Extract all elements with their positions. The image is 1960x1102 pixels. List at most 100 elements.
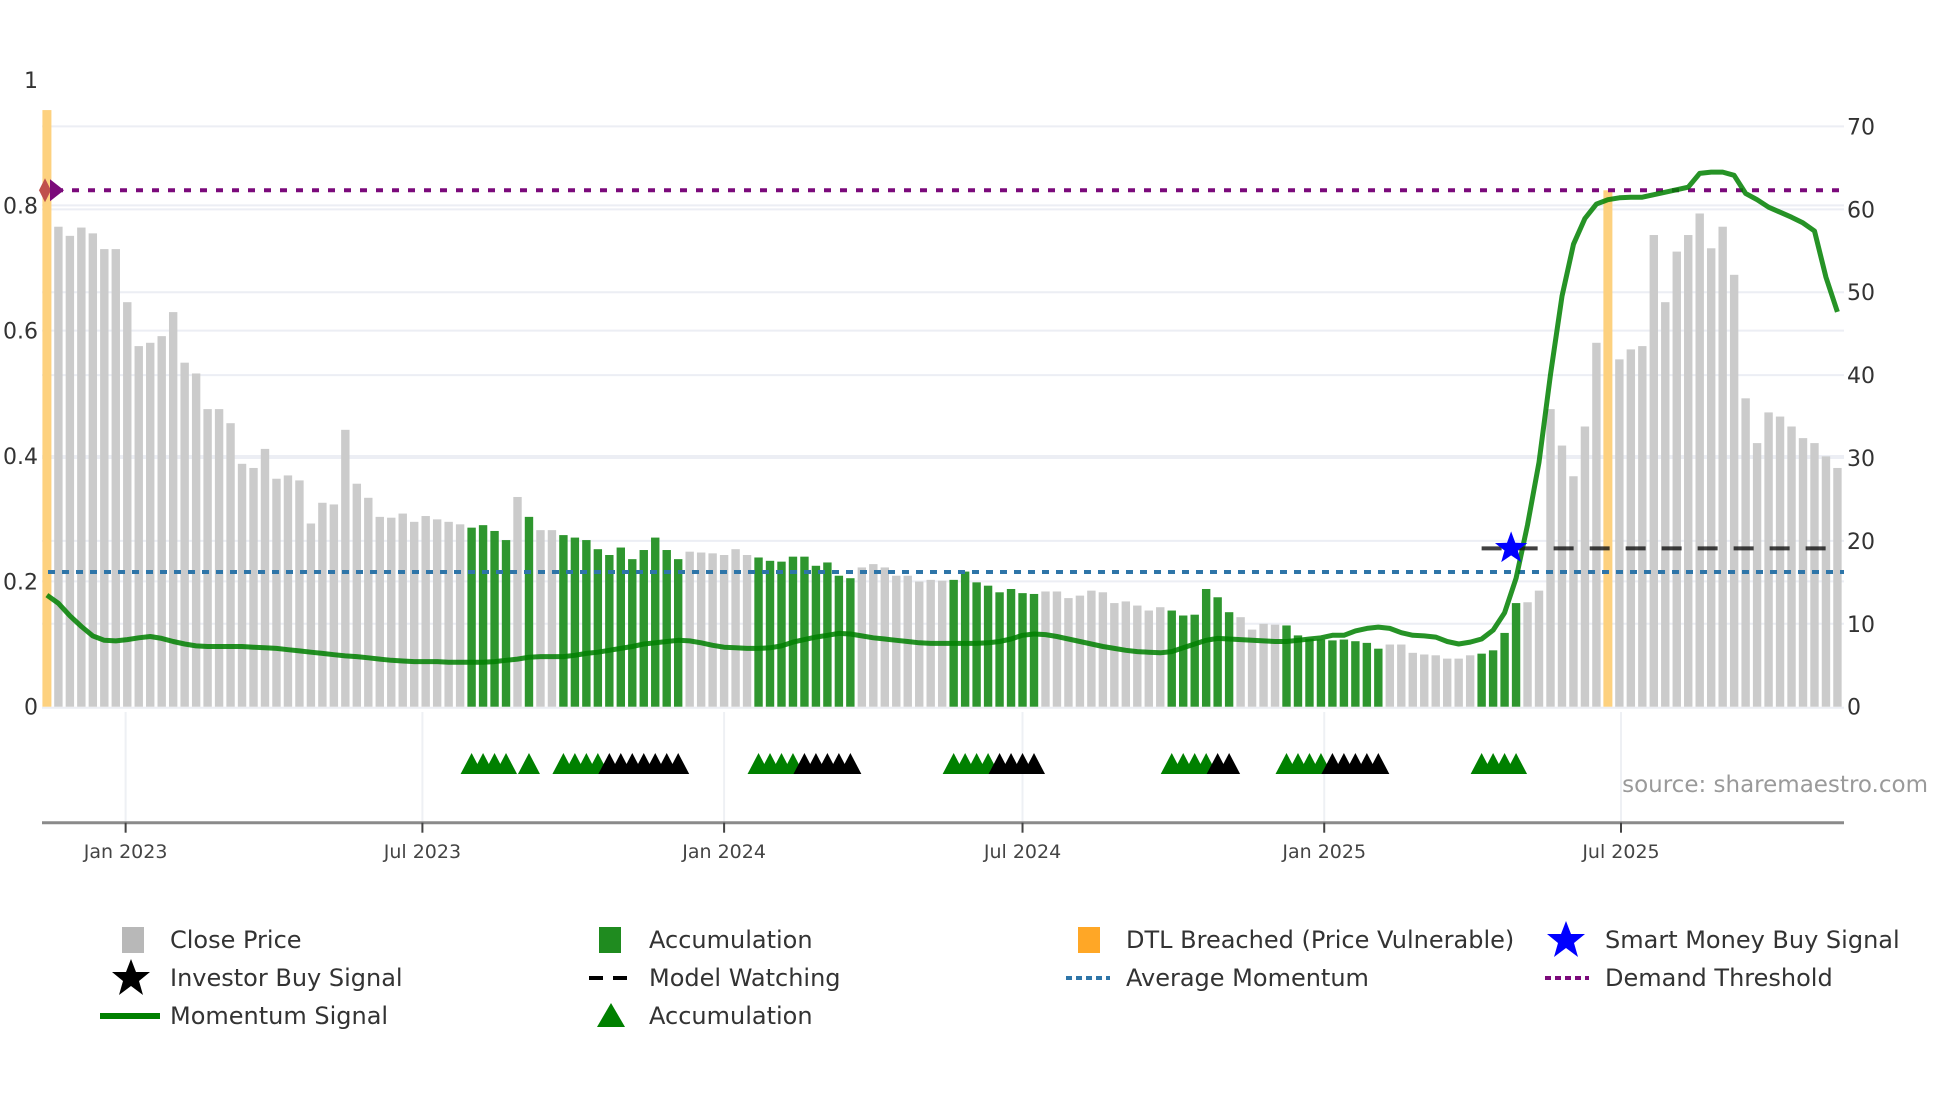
close-price-bar (1385, 644, 1395, 707)
close-price-bar (272, 478, 281, 707)
legend-label: DTL Breached (Price Vulnerable) (1126, 926, 1515, 954)
legend-label: Average Momentum (1126, 964, 1369, 992)
accumulation-bar (467, 527, 476, 707)
close-price-bar (719, 554, 729, 707)
close-price-bar (1408, 652, 1417, 707)
close-price-bar (1534, 590, 1544, 707)
close-price-bar (1684, 235, 1693, 707)
close-price-bar (1454, 658, 1463, 707)
accumulation-bar (983, 585, 993, 707)
bars (42, 110, 1842, 707)
close-price-bar (54, 226, 63, 707)
close-price-bar (1075, 595, 1085, 707)
legend-label: Demand Threshold (1605, 964, 1833, 992)
close-price-bar (352, 483, 362, 707)
close-price-bar (1397, 644, 1406, 707)
dash-line-icon (589, 976, 633, 980)
close-price-bar (1638, 346, 1647, 707)
gridlines (42, 125, 1844, 823)
legend-label: Close Price (170, 926, 302, 954)
close-price-bar (1156, 607, 1165, 707)
y-right-tick-label: 60 (1847, 198, 1875, 223)
close-price-bar (226, 423, 235, 707)
close-price-bar (1442, 658, 1452, 707)
accumulation-bar (1477, 653, 1486, 707)
close-price-bar (547, 530, 557, 707)
close-price-bar (180, 362, 189, 707)
close-price-bar (1144, 610, 1153, 707)
y-right-tick-label: 0 (1847, 696, 1861, 721)
legend-item-accumulation-marker[interactable]: Accumulation (589, 999, 813, 1033)
demand-threshold-marker-icon (50, 179, 64, 202)
accumulation-bar (1351, 641, 1360, 707)
signal-markers (460, 753, 1528, 774)
accumulation-bar (1006, 588, 1016, 707)
close-price-bar (1270, 624, 1280, 707)
close-price-bar (1420, 654, 1429, 707)
y-right-tick-label: 30 (1847, 447, 1875, 472)
close-price-bar (249, 467, 258, 707)
close-price-bar (1729, 274, 1739, 707)
close-price-bar (134, 346, 143, 707)
star-icon (1547, 921, 1585, 957)
triangle-up-icon (597, 1003, 625, 1027)
legend-item-smart-money-buy-signal[interactable]: Smart Money Buy Signal (1545, 921, 1900, 957)
close-price-bar (444, 521, 453, 707)
close-price-bar (1672, 251, 1681, 707)
legend-item-investor-buy-signal[interactable]: Investor Buy Signal (110, 959, 403, 995)
close-price-bar (283, 475, 293, 707)
close-price-bar (341, 429, 350, 707)
dotted-line-icon (1545, 976, 1589, 980)
close-price-bar (1821, 456, 1831, 707)
close-price-bar (1546, 409, 1555, 707)
y-left-tick-label: 1 (24, 69, 38, 94)
close-price-bar (432, 519, 442, 707)
close-price-bar (203, 409, 212, 707)
accumulation-bar (559, 535, 568, 707)
close-price-bar (536, 530, 545, 707)
close-price-bar (1752, 443, 1762, 707)
close-price-bar (375, 516, 384, 707)
legend-item-close-price[interactable]: Close Price (110, 923, 302, 957)
close-price-bar (214, 409, 224, 707)
legend-item-model-watching[interactable]: Model Watching (589, 961, 841, 995)
close-price-bar (455, 524, 465, 707)
accumulation-bar (1500, 632, 1509, 707)
close-price-bar (1810, 443, 1819, 707)
legend-item-dtl-breached[interactable]: DTL Breached (Price Vulnerable) (1068, 923, 1514, 957)
legend-item-momentum-signal[interactable]: Momentum Signal (100, 999, 388, 1033)
close-price-bar (410, 521, 419, 707)
close-price-bar (685, 551, 694, 707)
accumulation-bar (478, 525, 488, 707)
close-price-bar (1087, 590, 1096, 707)
close-price-bar (1569, 476, 1578, 707)
close-price-bar (1626, 349, 1636, 707)
accumulation-bar (1362, 642, 1372, 707)
y-right-tick-label: 20 (1847, 530, 1875, 555)
accumulation-bar (524, 516, 534, 707)
close-price-bar (1052, 591, 1062, 707)
close-price-bar (1592, 342, 1601, 707)
close-price-bar (398, 513, 407, 707)
legend-item-demand-threshold[interactable]: Demand Threshold (1545, 961, 1833, 995)
close-price-bar (364, 497, 373, 707)
legend-item-accumulation-bar[interactable]: Accumulation (589, 923, 813, 957)
accumulation-marker-icon (517, 753, 540, 774)
close-price-bar (1121, 601, 1131, 707)
close-price-bar (146, 342, 155, 707)
close-price-bar (65, 235, 75, 707)
accumulation-bar (582, 540, 591, 707)
close-price-bar (77, 227, 86, 707)
dtl-breached-bar (1603, 190, 1613, 707)
close-price-bar (1431, 655, 1440, 707)
accumulation-bar (1213, 597, 1222, 707)
close-price-bar (237, 463, 247, 707)
legend-item-average-momentum[interactable]: Average Momentum (1066, 961, 1369, 995)
accumulation-bar (754, 557, 763, 707)
close-price-bar (191, 373, 201, 707)
legend-label: Smart Money Buy Signal (1605, 926, 1900, 954)
close-price-bar (421, 516, 430, 707)
accumulation-bar (1201, 588, 1211, 707)
square-icon (122, 927, 144, 953)
legend-label: Accumulation (649, 1002, 813, 1030)
